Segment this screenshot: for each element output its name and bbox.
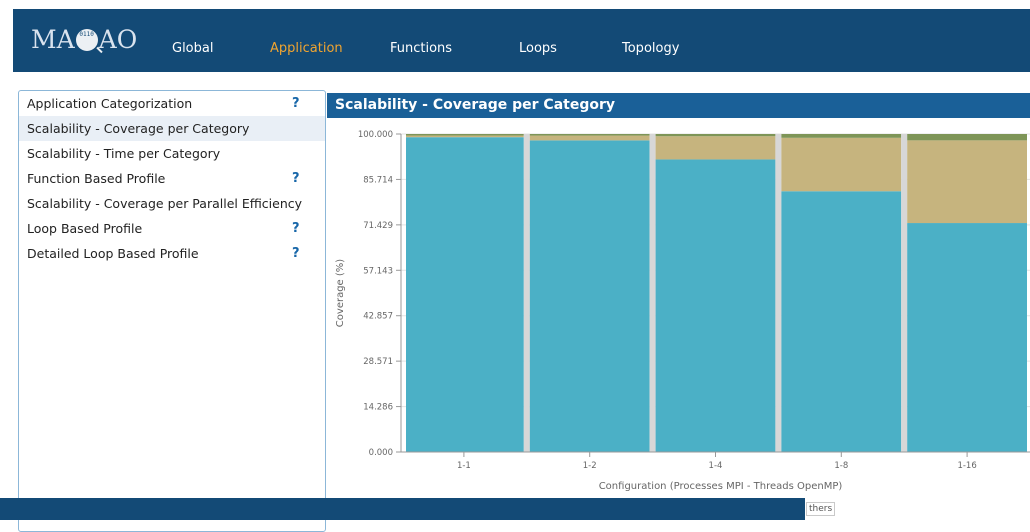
- logo-text-left: MA: [31, 25, 75, 54]
- x-axis-label: Configuration (Processes MPI - Threads O…: [599, 481, 843, 492]
- bar-separator: [775, 134, 782, 452]
- y-axis-label: Coverage (%): [335, 259, 346, 327]
- sidebar-item-detailed-loop-based-profile[interactable]: Detailed Loop Based Profile ?: [19, 241, 325, 266]
- sidebar-item-application-categorization[interactable]: Application Categorization ?: [19, 91, 325, 116]
- nav-application[interactable]: Application: [270, 41, 343, 56]
- top-navigation-bar: MA 0110 AO Global Application Functions …: [13, 9, 1030, 72]
- y-tick-label: 42.857: [363, 312, 393, 322]
- panel-title: Scalability - Coverage per Category: [327, 93, 1030, 118]
- y-tick-label: 100.000: [358, 130, 393, 140]
- y-tick-label: 71.429: [363, 221, 393, 231]
- y-tick-label: 85.714: [363, 175, 393, 185]
- x-tick-label: 1-1: [457, 461, 471, 471]
- bar-segment: [781, 137, 902, 192]
- bar-segment: [529, 140, 650, 453]
- bar-separator: [901, 134, 908, 452]
- x-tick-label: 1-2: [583, 461, 597, 471]
- logo-text-right: AO: [98, 25, 138, 54]
- footer-bar: [0, 498, 805, 520]
- sidebar-item-time-per-category[interactable]: Scalability - Time per Category: [19, 141, 325, 166]
- bar-segment: [406, 134, 524, 136]
- bar-segment: [907, 223, 1027, 452]
- bar-segment: [781, 134, 902, 138]
- report-sidebar: Application Categorization ? Scalability…: [18, 90, 326, 532]
- nav-topology[interactable]: Topology: [622, 41, 679, 56]
- y-tick-label: 14.286: [363, 403, 393, 413]
- sidebar-item-label: Function Based Profile: [27, 171, 166, 186]
- others-legend-item[interactable]: thers: [806, 502, 836, 516]
- nav-loops[interactable]: Loops: [519, 41, 557, 56]
- bar-separator: [649, 134, 656, 452]
- help-icon[interactable]: ?: [292, 91, 300, 116]
- nav-global[interactable]: Global: [172, 41, 213, 56]
- bar-segment: [655, 159, 776, 452]
- help-icon[interactable]: ?: [292, 216, 300, 241]
- bar-segment: [406, 135, 524, 138]
- help-icon[interactable]: ?: [292, 166, 300, 191]
- sidebar-item-label: Detailed Loop Based Profile: [27, 246, 199, 261]
- sidebar-item-label: Application Categorization: [27, 96, 193, 111]
- sidebar-item-label: Scalability - Coverage per Parallel Effi…: [27, 196, 303, 211]
- x-tick-label: 1-8: [834, 461, 848, 471]
- help-icon[interactable]: ?: [292, 241, 300, 266]
- bar-segment: [529, 134, 650, 136]
- sidebar-item-label: Loop Based Profile: [27, 221, 143, 236]
- bar-segment: [781, 191, 902, 452]
- sidebar-item-loop-based-profile[interactable]: Loop Based Profile ?: [19, 216, 325, 241]
- sidebar-item-function-based-profile[interactable]: Function Based Profile ?: [19, 166, 325, 191]
- sidebar-item-coverage-per-parallel-efficiency[interactable]: Scalability - Coverage per Parallel Effi…: [19, 191, 325, 216]
- x-tick-label: 1-4: [709, 461, 723, 471]
- maqao-logo[interactable]: MA 0110 AO: [31, 25, 137, 54]
- y-tick-label: 57.143: [363, 266, 393, 276]
- coverage-stacked-bar-chart: 0.000 14.286 28.571 42.857 57.143 71.429 85.71…: [335, 130, 1030, 492]
- bar-segment: [655, 136, 776, 160]
- y-tick-label: 0.000: [369, 448, 393, 458]
- nav-functions[interactable]: Functions: [390, 41, 452, 56]
- x-tick-label: 1-16: [957, 461, 976, 471]
- bar-separator: [523, 134, 530, 452]
- sidebar-item-coverage-per-category[interactable]: Scalability - Coverage per Category: [19, 116, 325, 141]
- bar-segment: [406, 137, 524, 452]
- bar-segment: [907, 134, 1027, 141]
- logo-glyph: 0110: [79, 30, 94, 38]
- sidebar-item-label: Scalability - Coverage per Category: [27, 121, 250, 136]
- magnifier-icon: 0110: [75, 28, 98, 51]
- y-tick-label: 28.571: [363, 357, 393, 367]
- bar-segment: [529, 135, 650, 141]
- bar-segment: [907, 140, 1027, 224]
- sidebar-item-label: Scalability - Time per Category: [27, 146, 221, 161]
- bar-segment: [655, 134, 776, 137]
